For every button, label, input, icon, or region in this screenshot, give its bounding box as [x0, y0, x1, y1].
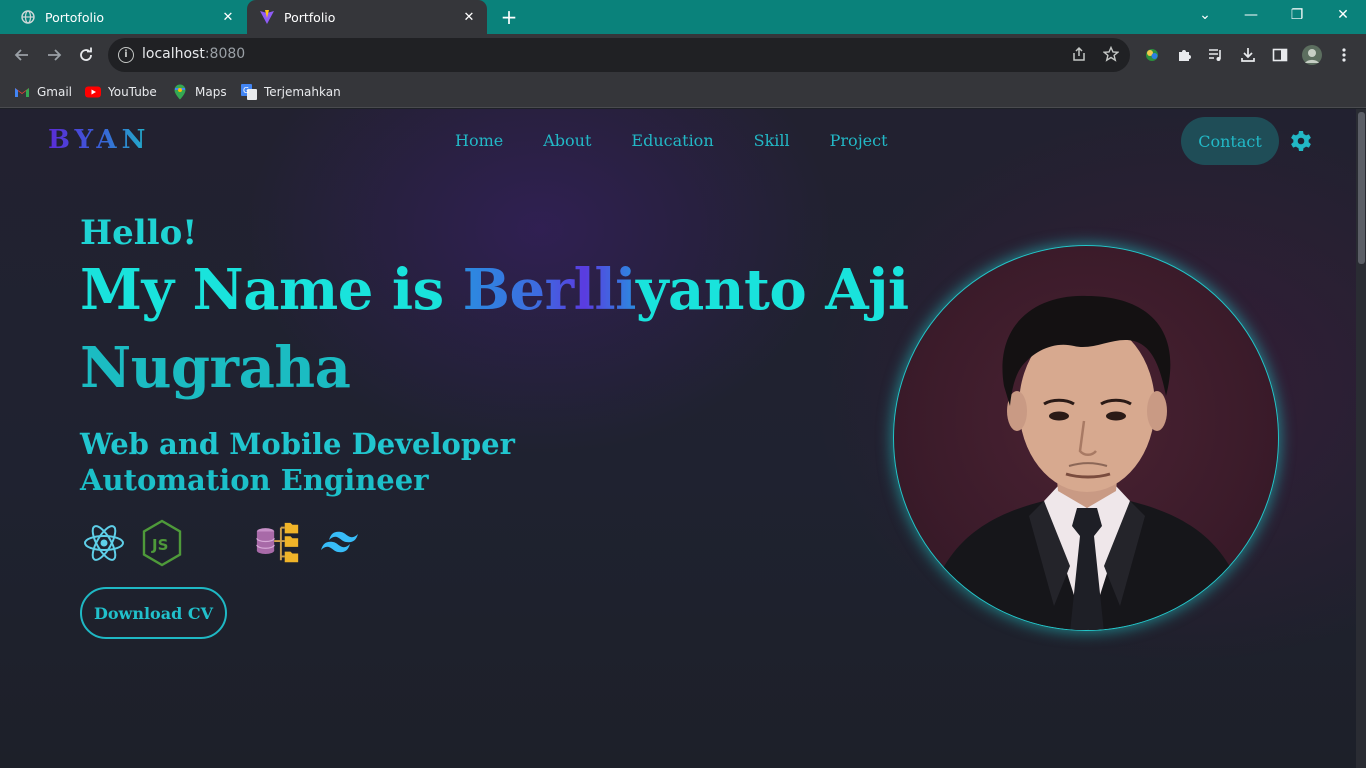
extensions-puzzle-icon[interactable]: [1173, 44, 1195, 66]
bookmark-label: Terjemahkan: [264, 85, 341, 99]
gmail-icon: [14, 84, 30, 100]
address-bar[interactable]: i localhost:8080: [108, 38, 1130, 72]
maps-icon: [172, 84, 188, 100]
bookmarks-bar: Gmail YouTube Maps G Terjemahkan: [0, 76, 1366, 108]
reload-button[interactable]: [74, 43, 98, 67]
scrollbar-thumb[interactable]: [1358, 112, 1365, 264]
forward-arrow-icon: [48, 49, 62, 61]
site-logo[interactable]: BYAN: [48, 125, 150, 155]
browser-toolbar: i localhost:8080: [0, 34, 1366, 76]
back-button[interactable]: [10, 43, 34, 67]
svg-text:G: G: [243, 86, 249, 95]
tab-label: Portfolio: [284, 9, 336, 25]
tab-portofolio[interactable]: Portofolio ✕: [8, 0, 246, 34]
media-control-icon[interactable]: [1205, 44, 1227, 66]
back-arrow-icon: [14, 49, 28, 61]
main-nav: Home About Education Skill Project: [455, 131, 928, 150]
site-info-icon[interactable]: i: [118, 47, 134, 63]
url-text[interactable]: localhost:8080: [142, 46, 245, 62]
download-cv-button[interactable]: Download CV: [80, 587, 227, 639]
hero-greeting: Hello!: [80, 213, 198, 253]
tab-search-icon[interactable]: ⌄: [1182, 0, 1228, 30]
tab-close-icon[interactable]: ✕: [218, 7, 238, 27]
hero-name-line2: Nugraha: [80, 335, 351, 401]
contact-button[interactable]: Contact: [1181, 117, 1279, 165]
new-tab-button[interactable]: +: [497, 5, 521, 29]
gear-icon[interactable]: [1289, 129, 1313, 153]
hero-role-automation: Automation Engineer: [80, 463, 429, 497]
tab-portfolio[interactable]: Portfolio ✕: [247, 0, 487, 34]
bookmark-label: YouTube: [108, 85, 157, 99]
name-prefix: My Name is: [80, 257, 463, 323]
nav-home[interactable]: Home: [455, 131, 503, 150]
menu-kebab-icon[interactable]: [1333, 44, 1355, 66]
nav-about[interactable]: About: [543, 131, 591, 150]
nav-skill[interactable]: Skill: [754, 131, 790, 150]
vite-icon: [259, 9, 275, 25]
svg-text:JS: JS: [151, 536, 168, 554]
reload-icon: [80, 47, 92, 61]
extension-colorful-icon[interactable]: [1141, 44, 1163, 66]
bookmark-maps[interactable]: Maps: [172, 82, 227, 102]
database-icon: [254, 519, 302, 567]
restore-button[interactable]: ❐: [1274, 0, 1320, 30]
nav-project[interactable]: Project: [830, 131, 888, 150]
translate-icon: G: [241, 84, 257, 100]
profile-avatar[interactable]: [1301, 44, 1323, 66]
hero-role-web-mobile: Web and Mobile Developer: [80, 427, 515, 461]
bookmark-label: Maps: [195, 85, 227, 99]
nav-education[interactable]: Education: [631, 131, 713, 150]
bookmark-label: Gmail: [37, 85, 73, 99]
hero-name-line1: My Name is Berlliyanto Aji: [80, 257, 909, 323]
name-rest: yanto Aji: [635, 257, 909, 323]
globe-icon: [20, 9, 36, 25]
bookmark-terjemahkan[interactable]: G Terjemahkan: [241, 82, 341, 102]
name-highlight: Berlli: [462, 257, 637, 323]
portfolio-page: BYAN Home About Education Skill Project …: [0, 109, 1356, 768]
tailwind-icon: [316, 519, 364, 567]
share-icon[interactable]: [1070, 46, 1088, 64]
react-icon: [80, 519, 128, 567]
nodejs-icon: JS: [138, 519, 186, 567]
browser-tab-bar: Portofolio ✕ Portfolio ✕ + ⌄ — ❐ ✕: [0, 0, 1366, 34]
bookmark-gmail[interactable]: Gmail: [14, 82, 72, 102]
tab-close-icon[interactable]: ✕: [459, 7, 479, 27]
close-window-button[interactable]: ✕: [1320, 0, 1366, 30]
download-icon[interactable]: [1237, 44, 1259, 66]
minimize-button[interactable]: —: [1228, 0, 1274, 30]
forward-button[interactable]: [42, 43, 66, 67]
tab-label: Portofolio: [45, 9, 105, 25]
side-panel-icon[interactable]: [1269, 44, 1291, 66]
bookmark-star-icon[interactable]: [1102, 45, 1120, 64]
bookmark-youtube[interactable]: YouTube: [85, 82, 157, 102]
profile-photo: [893, 245, 1279, 631]
youtube-icon: [85, 84, 101, 100]
